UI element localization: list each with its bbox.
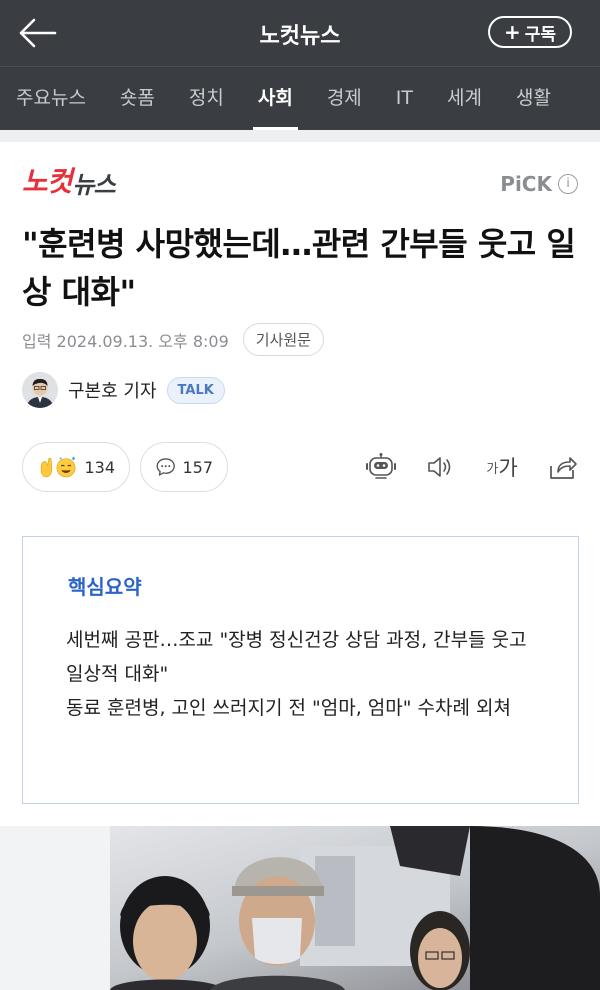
article-meta: 입력 2024.09.13. 오후 8:09 기사원문 xyxy=(22,323,324,356)
avatar[interactable] xyxy=(22,372,58,408)
summary-line: 동료 훈련병, 고인 쓰러지기 전 "엄마, 엄마" 수차례 외쳐 xyxy=(66,697,511,719)
press-logo-part1: 노컷 xyxy=(22,165,73,198)
info-icon: i xyxy=(558,174,578,194)
article-headline: "훈련병 사망했는데…관련 간부들 웃고 일상 대화" xyxy=(22,225,576,311)
reporter-name[interactable]: 구본호 기자 xyxy=(68,377,157,403)
news-photo-image xyxy=(0,826,600,990)
original-article-button[interactable]: 기사원문 xyxy=(242,323,324,356)
clap-emoji-icon xyxy=(40,456,76,478)
pick-label: PiCK xyxy=(500,172,552,196)
plus-icon: + xyxy=(503,20,521,44)
press-logo-part2: 뉴스 xyxy=(72,171,116,199)
font-size-small: 가 xyxy=(486,461,499,477)
font-size-large: 가 xyxy=(498,456,518,480)
arrow-left-icon xyxy=(19,18,57,48)
article-photo[interactable] xyxy=(0,826,600,990)
tab-economy[interactable]: 경제 xyxy=(310,67,379,130)
comment-count: 157 xyxy=(182,457,213,477)
tab-main-news[interactable]: 주요뉴스 xyxy=(0,67,103,130)
share-icon xyxy=(550,457,577,479)
reporter-photo xyxy=(22,372,58,408)
top-bar: 노컷뉴스 + 구독 xyxy=(0,0,600,66)
summary-line: 세번째 공판…조교 "장병 정신건강 상담 과정, 간부들 웃고 일상적 대화" xyxy=(66,629,527,685)
tab-world[interactable]: 세계 xyxy=(430,67,499,130)
tab-politics[interactable]: 정치 xyxy=(172,67,241,130)
speech-bubble-icon xyxy=(156,458,175,476)
comment-button[interactable]: 157 xyxy=(140,442,228,492)
tab-it[interactable]: IT xyxy=(379,67,430,130)
robot-icon xyxy=(366,453,396,479)
pick-badge[interactable]: PiCK i xyxy=(500,172,578,196)
summary-bot-button[interactable] xyxy=(364,452,398,482)
reaction-count: 134 xyxy=(84,457,115,477)
article-date: 입력 2024.09.13. 오후 8:09 xyxy=(22,331,229,351)
font-size-button[interactable]: 가가 xyxy=(482,452,522,482)
divider xyxy=(0,130,600,142)
subscribe-label: 구독 xyxy=(524,24,556,45)
press-logo[interactable]: 노컷 뉴스 xyxy=(22,165,116,200)
summary-title: 핵심요약 xyxy=(68,575,142,599)
share-button[interactable] xyxy=(546,452,580,482)
tab-life[interactable]: 생활 xyxy=(499,67,568,130)
back-button[interactable] xyxy=(18,16,58,50)
reaction-button[interactable]: 134 xyxy=(22,442,130,492)
speaker-icon xyxy=(428,457,451,477)
tab-society[interactable]: 사회 xyxy=(241,67,310,130)
talk-button[interactable]: TALK xyxy=(166,376,225,404)
subscribe-button[interactable]: + 구독 xyxy=(487,16,572,48)
text-to-speech-button[interactable] xyxy=(424,452,458,482)
summary-body: 세번째 공판…조교 "장병 정신건강 상담 과정, 간부들 웃고 일상적 대화"… xyxy=(66,623,546,725)
category-tabs: 주요뉴스 숏폼 정치 사회 경제 IT 세계 생활 xyxy=(0,66,600,130)
key-summary-box: 핵심요약 세번째 공판…조교 "장병 정신건강 상담 과정, 간부들 웃고 일상… xyxy=(22,536,579,804)
tab-shortform[interactable]: 숏폼 xyxy=(103,67,172,130)
reporter-row: 구본호 기자 TALK xyxy=(22,372,225,408)
